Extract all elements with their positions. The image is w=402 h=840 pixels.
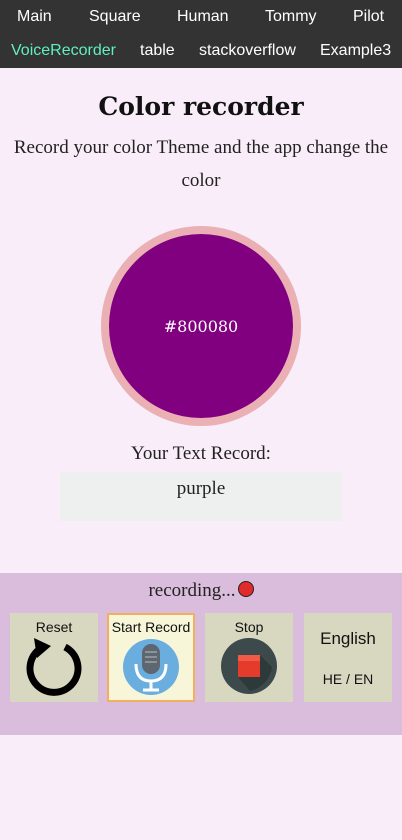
nav-link-example3[interactable]: Example3	[320, 42, 391, 60]
page-description: Record your color Theme and the app chan…	[13, 137, 389, 191]
refresh-icon	[26, 638, 82, 696]
top-navigation: Main Square Human Tommy Pilot VoiceRecor…	[0, 0, 402, 68]
recording-dot-icon	[237, 581, 254, 597]
language-label: English	[320, 629, 376, 648]
nav-link-pilot[interactable]: Pilot	[353, 8, 384, 26]
stop-icon	[221, 638, 277, 694]
nav-link-square[interactable]: Square	[89, 8, 141, 26]
nav-link-tommy[interactable]: Tommy	[265, 8, 317, 26]
language-toggle-label: HE / EN	[322, 671, 374, 687]
start-record-button[interactable]: Start Record	[107, 613, 195, 702]
recording-status: recording...	[0, 580, 402, 602]
nav-link-voicerecorder[interactable]: VoiceRecorder	[11, 42, 116, 60]
start-record-button-label: Start Record	[111, 619, 191, 635]
recording-status-text: recording...	[148, 580, 236, 601]
stop-button[interactable]: Stop	[205, 613, 293, 702]
reset-button[interactable]: Reset	[10, 613, 98, 702]
microphone-icon	[123, 639, 179, 695]
nav-link-table[interactable]: table	[140, 42, 175, 60]
color-preview-ring: #800080	[101, 226, 301, 426]
page-title: Color recorder	[98, 92, 304, 121]
recorder-panel: recording... Reset Start Record Stop Eng…	[0, 573, 402, 735]
text-record-label: Your Text Record:	[131, 443, 271, 464]
color-preview-circle: #800080	[109, 234, 293, 418]
nav-link-stackoverflow[interactable]: stackoverflow	[199, 42, 296, 60]
nav-link-human[interactable]: Human	[177, 8, 229, 26]
color-hex-value: #800080	[163, 316, 239, 336]
language-toggle-button[interactable]: English HE / EN	[304, 613, 392, 702]
text-record-box: purple	[60, 472, 342, 521]
stop-button-label: Stop	[234, 619, 264, 635]
nav-link-main[interactable]: Main	[17, 8, 52, 26]
reset-button-label: Reset	[35, 619, 73, 635]
